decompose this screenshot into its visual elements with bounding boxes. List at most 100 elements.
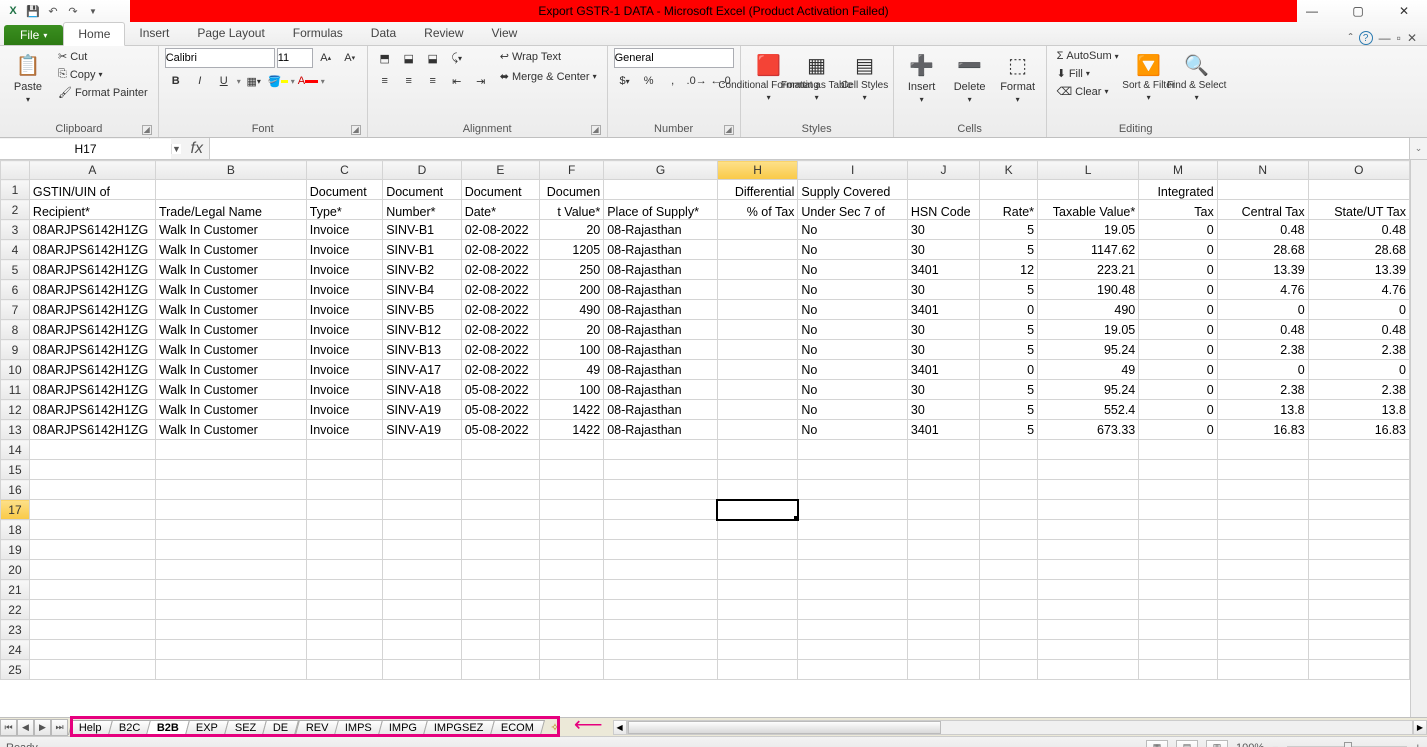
menu-tab-data[interactable]: Data bbox=[357, 22, 410, 45]
cell[interactable] bbox=[540, 520, 604, 540]
cell[interactable]: 49 bbox=[1038, 360, 1139, 380]
clear-button[interactable]: ⌫Clear▾ bbox=[1053, 83, 1123, 100]
cell[interactable]: 0 bbox=[1139, 240, 1218, 260]
copy-button[interactable]: ⎘Copy▾ bbox=[54, 66, 152, 83]
col-header-G[interactable]: G bbox=[604, 161, 718, 180]
header-cell[interactable] bbox=[1038, 180, 1139, 200]
clipboard-dialog-launcher[interactable]: ◢ bbox=[142, 125, 152, 135]
cell[interactable]: SINV-B1 bbox=[383, 220, 462, 240]
align-bottom-icon[interactable]: ⬓ bbox=[422, 48, 444, 68]
cell[interactable] bbox=[604, 640, 718, 660]
cell[interactable]: Walk In Customer bbox=[155, 420, 306, 440]
cell[interactable] bbox=[1308, 600, 1409, 620]
col-header-O[interactable]: O bbox=[1308, 161, 1409, 180]
col-header-K[interactable]: K bbox=[980, 161, 1038, 180]
cell[interactable] bbox=[306, 540, 382, 560]
cell[interactable] bbox=[461, 660, 540, 680]
cell[interactable]: 28.68 bbox=[1217, 240, 1308, 260]
cell[interactable]: 3401 bbox=[907, 300, 979, 320]
redo-icon[interactable]: ↷ bbox=[64, 2, 82, 20]
cell[interactable]: 08-Rajasthan bbox=[604, 280, 718, 300]
cell[interactable]: 490 bbox=[1038, 300, 1139, 320]
cell[interactable]: 08-Rajasthan bbox=[604, 320, 718, 340]
font-name-input[interactable] bbox=[165, 48, 275, 68]
menu-tab-view[interactable]: View bbox=[478, 22, 532, 45]
tab-nav-last-icon[interactable]: ⏭ bbox=[51, 719, 68, 736]
comma-icon[interactable]: , bbox=[662, 71, 684, 91]
cell[interactable]: 08-Rajasthan bbox=[604, 340, 718, 360]
header-cell[interactable]: Number* bbox=[383, 200, 462, 220]
cell[interactable] bbox=[540, 660, 604, 680]
cell[interactable]: 100 bbox=[540, 380, 604, 400]
cell[interactable] bbox=[717, 320, 798, 340]
cell[interactable] bbox=[461, 540, 540, 560]
cell[interactable]: SINV-B12 bbox=[383, 320, 462, 340]
cell[interactable]: 5 bbox=[980, 320, 1038, 340]
sheet-tab-exp[interactable]: EXP bbox=[185, 720, 229, 735]
header-cell[interactable]: State/UT Tax bbox=[1308, 200, 1409, 220]
zoom-thumb[interactable] bbox=[1344, 742, 1352, 747]
cell[interactable] bbox=[1038, 660, 1139, 680]
row-header[interactable]: 23 bbox=[1, 620, 30, 640]
cell[interactable]: 08-Rajasthan bbox=[604, 400, 718, 420]
cell[interactable] bbox=[155, 640, 306, 660]
autosum-button[interactable]: ΣAutoSum▾ bbox=[1053, 48, 1123, 64]
cell[interactable] bbox=[717, 500, 798, 520]
cell[interactable] bbox=[717, 480, 798, 500]
align-left-icon[interactable]: ≡ bbox=[374, 71, 396, 91]
cell[interactable] bbox=[907, 540, 979, 560]
align-top-icon[interactable]: ⬒ bbox=[374, 48, 396, 68]
bold-button[interactable]: B bbox=[165, 71, 187, 91]
file-tab[interactable]: File▾ bbox=[4, 25, 63, 45]
cell[interactable]: 05-08-2022 bbox=[461, 380, 540, 400]
cell[interactable] bbox=[1308, 520, 1409, 540]
cell[interactable] bbox=[1308, 620, 1409, 640]
underline-button[interactable]: U bbox=[213, 71, 235, 91]
cell[interactable]: 0 bbox=[1308, 300, 1409, 320]
cell[interactable] bbox=[1217, 600, 1308, 620]
cell[interactable]: Invoice bbox=[306, 280, 382, 300]
col-header-B[interactable]: B bbox=[155, 161, 306, 180]
sheet-tab-b2b[interactable]: B2B bbox=[146, 720, 190, 735]
cell[interactable]: No bbox=[798, 260, 907, 280]
percent-icon[interactable]: % bbox=[638, 71, 660, 91]
cell[interactable] bbox=[383, 560, 462, 580]
cell[interactable] bbox=[461, 500, 540, 520]
cell[interactable] bbox=[1308, 560, 1409, 580]
cell[interactable]: Walk In Customer bbox=[155, 340, 306, 360]
view-page-layout-button[interactable]: ▤ bbox=[1176, 740, 1198, 747]
align-center-icon[interactable]: ≡ bbox=[398, 71, 420, 91]
hscroll-left-button[interactable]: ◀ bbox=[613, 720, 627, 735]
header-cell[interactable]: t Value* bbox=[540, 200, 604, 220]
cell[interactable]: 13.39 bbox=[1217, 260, 1308, 280]
cell[interactable]: 0.48 bbox=[1217, 320, 1308, 340]
cell[interactable] bbox=[461, 620, 540, 640]
cell[interactable]: 200 bbox=[540, 280, 604, 300]
cell[interactable] bbox=[383, 480, 462, 500]
align-middle-icon[interactable]: ⬓ bbox=[398, 48, 420, 68]
cell[interactable]: 30 bbox=[907, 320, 979, 340]
cell[interactable] bbox=[717, 380, 798, 400]
cell[interactable] bbox=[604, 480, 718, 500]
sort-filter-button[interactable]: 🔽Sort & Filter▾ bbox=[1127, 48, 1171, 105]
row-header[interactable]: 12 bbox=[1, 400, 30, 420]
cell[interactable]: Walk In Customer bbox=[155, 280, 306, 300]
cell[interactable]: 13.39 bbox=[1308, 260, 1409, 280]
spreadsheet-grid[interactable]: ABCDEFGHIJKLMNO 1GSTIN/UIN ofDocumentDoc… bbox=[0, 160, 1410, 680]
formula-bar-expand-icon[interactable]: ⌄ bbox=[1409, 138, 1427, 159]
alignment-dialog-launcher[interactable]: ◢ bbox=[591, 125, 601, 135]
header-cell[interactable]: Recipient* bbox=[29, 200, 155, 220]
cell[interactable]: No bbox=[798, 380, 907, 400]
cell[interactable] bbox=[461, 440, 540, 460]
cell[interactable]: 02-08-2022 bbox=[461, 260, 540, 280]
format-painter-button[interactable]: 🖌Format Painter bbox=[54, 84, 152, 101]
cell[interactable]: 08-Rajasthan bbox=[604, 420, 718, 440]
cell[interactable]: Walk In Customer bbox=[155, 240, 306, 260]
cell[interactable] bbox=[1308, 540, 1409, 560]
cell[interactable]: 490 bbox=[540, 300, 604, 320]
header-cell[interactable] bbox=[604, 180, 718, 200]
sheet-tab-ecom[interactable]: ECOM bbox=[490, 720, 545, 735]
cell[interactable] bbox=[907, 480, 979, 500]
decrease-font-icon[interactable]: A▾ bbox=[339, 48, 361, 68]
menu-tab-insert[interactable]: Insert bbox=[125, 22, 183, 45]
